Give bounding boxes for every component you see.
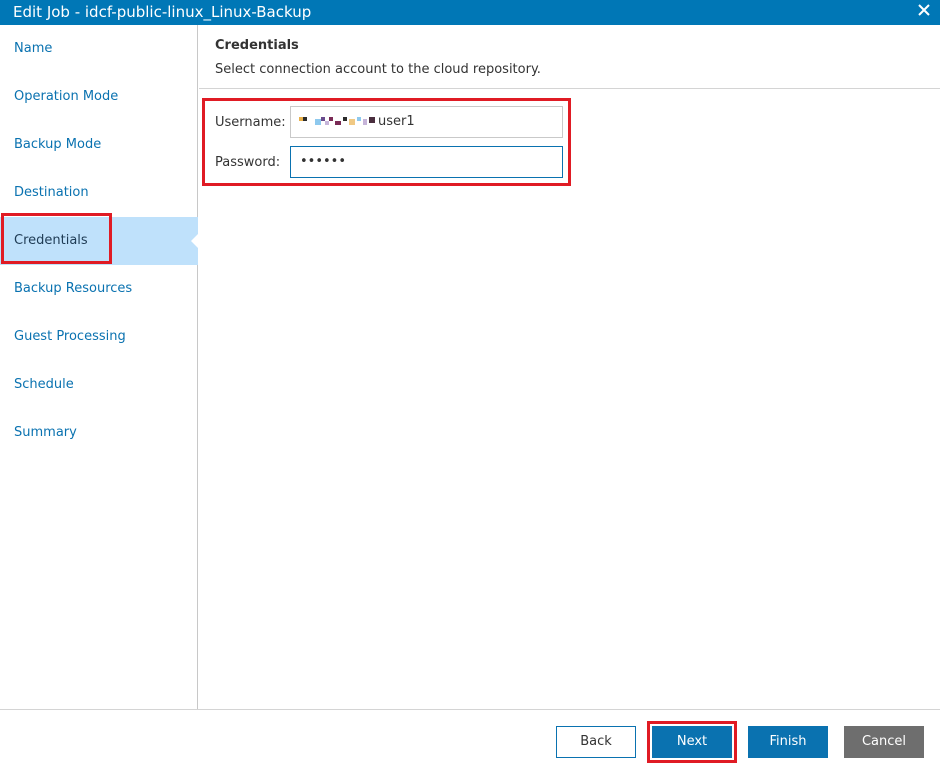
sidebar-item-label: Guest Processing [14, 329, 126, 344]
sidebar-item-label: Summary [14, 425, 77, 440]
sidebar-item-label: Backup Resources [14, 281, 133, 296]
step-content-panel: Credentials Select connection account to… [199, 25, 940, 709]
back-button[interactable]: Back [556, 726, 636, 758]
header-divider [199, 88, 940, 89]
cancel-button[interactable]: Cancel [844, 726, 924, 758]
page-description: Select connection account to the cloud r… [215, 62, 541, 77]
redacted-username-mosaic [299, 117, 379, 127]
password-field[interactable]: •••••• [290, 146, 563, 178]
sidebar-item-summary[interactable]: Summary [0, 409, 198, 457]
sidebar-item-label: Name [14, 41, 53, 56]
title-bar: Edit Job - idcf-public-linux_Linux-Backu… [0, 0, 940, 25]
wizard-steps-sidebar: Name Operation Mode Backup Mode Destinat… [0, 25, 199, 709]
sidebar-item-operation-mode[interactable]: Operation Mode [0, 73, 198, 121]
window-title: Edit Job - idcf-public-linux_Linux-Backu… [13, 3, 312, 21]
sidebar-item-credentials[interactable]: Credentials [0, 217, 199, 265]
sidebar-item-label: Schedule [14, 377, 74, 392]
close-icon[interactable] [916, 2, 932, 18]
next-button[interactable]: Next [652, 726, 732, 758]
sidebar-item-backup-mode[interactable]: Backup Mode [0, 121, 198, 169]
username-value: user1 [378, 114, 415, 129]
sidebar-item-guest-processing[interactable]: Guest Processing [0, 313, 198, 361]
finish-button[interactable]: Finish [748, 726, 828, 758]
sidebar-item-schedule[interactable]: Schedule [0, 361, 198, 409]
password-label: Password: [215, 155, 281, 170]
password-value: •••••• [300, 154, 347, 169]
sidebar-item-label: Destination [14, 185, 89, 200]
sidebar-item-label: Backup Mode [14, 137, 102, 152]
sidebar-item-backup-resources[interactable]: Backup Resources [0, 265, 198, 313]
username-label: Username: [215, 115, 286, 130]
wizard-footer: Back Next Finish Cancel [0, 709, 940, 773]
page-title: Credentials [215, 38, 299, 53]
sidebar-item-destination[interactable]: Destination [0, 169, 198, 217]
sidebar-item-name[interactable]: Name [0, 25, 198, 73]
active-step-pointer-icon [191, 233, 199, 249]
sidebar-item-label: Credentials [14, 233, 88, 248]
sidebar-item-label: Operation Mode [14, 89, 119, 104]
